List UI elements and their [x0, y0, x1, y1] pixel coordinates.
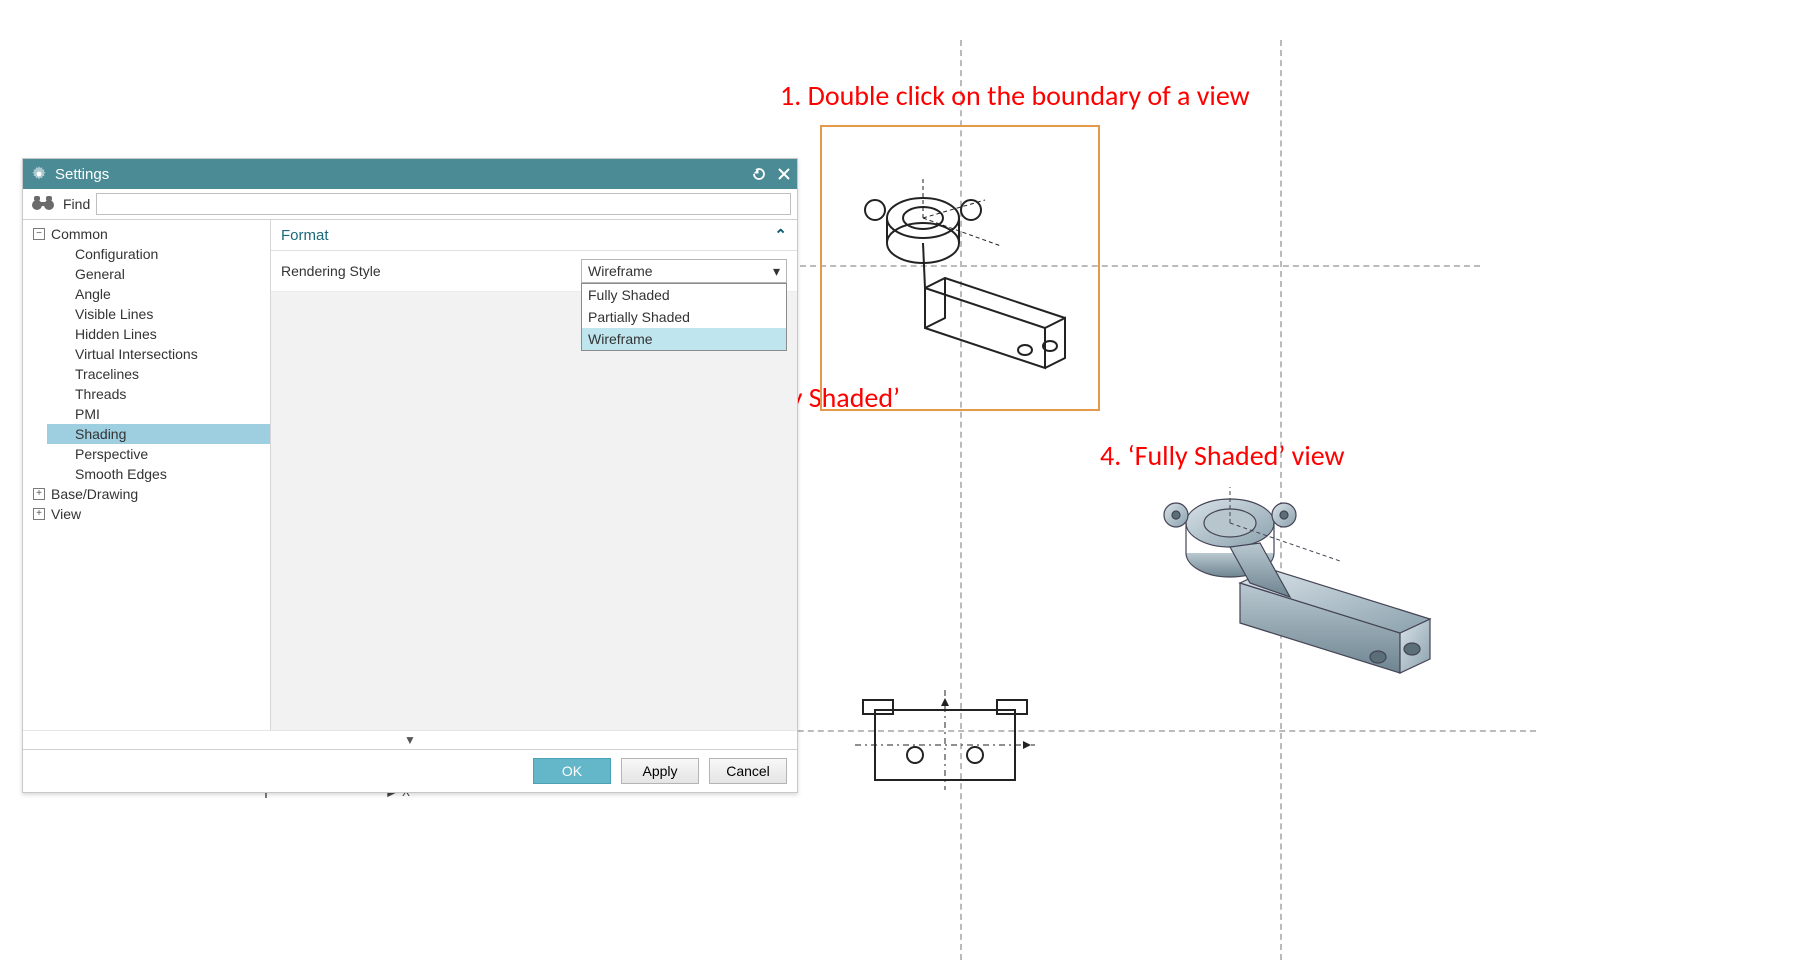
- tree-node-visible-lines[interactable]: Visible Lines: [47, 304, 270, 324]
- drawing-view-shaded[interactable]: [1120, 468, 1460, 688]
- ok-button[interactable]: OK: [533, 758, 611, 784]
- ortho-part-icon: [845, 680, 1045, 800]
- combo-option-wireframe[interactable]: Wireframe: [582, 328, 786, 350]
- tree-label: Visible Lines: [75, 306, 153, 322]
- binoculars-icon: [29, 194, 57, 215]
- close-icon[interactable]: [777, 167, 791, 181]
- refresh-icon[interactable]: [751, 166, 767, 182]
- find-row: Find: [23, 189, 797, 220]
- annotation-1: 1. Double click on the boundary of a vie…: [780, 78, 1250, 113]
- tree-label: Base/Drawing: [51, 486, 138, 502]
- combo-dropdown[interactable]: Fully Shaded Partially Shaded Wireframe: [581, 283, 787, 351]
- combo-field[interactable]: Wireframe ▾: [581, 259, 787, 283]
- combo-option-fully-shaded[interactable]: Fully Shaded: [582, 284, 786, 306]
- tree-label: Tracelines: [75, 366, 139, 382]
- tree-label: Angle: [75, 286, 111, 302]
- collapse-icon[interactable]: −: [33, 228, 45, 240]
- drawing-view-selected[interactable]: [820, 125, 1100, 411]
- cancel-button[interactable]: Cancel: [709, 758, 787, 784]
- tree-node-configuration[interactable]: Configuration: [47, 244, 270, 264]
- dialog-footer: OK Apply Cancel: [23, 749, 797, 792]
- rendering-style-combo[interactable]: Wireframe ▾ Fully Shaded Partially Shade…: [581, 259, 787, 283]
- rendering-style-label: Rendering Style: [281, 263, 571, 279]
- combo-option-partially-shaded[interactable]: Partially Shaded: [582, 306, 786, 328]
- wireframe-part-icon: [835, 148, 1085, 388]
- tree-node-common[interactable]: − Common: [29, 224, 270, 244]
- show-more-handle[interactable]: ▼: [23, 730, 797, 749]
- tree-node-angle[interactable]: Angle: [47, 284, 270, 304]
- tree-node-shading[interactable]: Shading: [47, 424, 270, 444]
- dialog-title: Settings: [55, 166, 743, 183]
- tree-node-smooth-edges[interactable]: Smooth Edges: [47, 464, 270, 484]
- tree-node-hidden-lines[interactable]: Hidden Lines: [47, 324, 270, 344]
- tree-label: Configuration: [75, 246, 158, 262]
- rendering-style-row: Rendering Style Wireframe ▾ Fully Shaded…: [271, 251, 797, 292]
- tree-node-base-drawing[interactable]: + Base/Drawing: [29, 484, 270, 504]
- tree-label: Threads: [75, 386, 126, 402]
- tree-node-pmi[interactable]: PMI: [47, 404, 270, 424]
- settings-dialog: Settings Find: [22, 158, 798, 793]
- drawing-view-ortho[interactable]: [840, 680, 1050, 800]
- tree-label: Virtual Intersections: [75, 346, 198, 362]
- tree-label: Hidden Lines: [75, 326, 157, 342]
- tree-node-threads[interactable]: Threads: [47, 384, 270, 404]
- settings-content: Format ⌃ Rendering Style Wireframe ▾ Ful…: [271, 220, 797, 730]
- dialog-titlebar[interactable]: Settings: [23, 159, 797, 189]
- chevron-up-icon[interactable]: ⌃: [774, 226, 787, 244]
- tree-node-general[interactable]: General: [47, 264, 270, 284]
- section-header-format[interactable]: Format ⌃: [271, 220, 797, 251]
- combo-value: Wireframe: [588, 263, 653, 279]
- gear-icon: [31, 166, 47, 182]
- section-title: Format: [281, 227, 329, 244]
- tree-label: View: [51, 506, 81, 522]
- find-input[interactable]: [96, 193, 791, 215]
- tree-label: Shading: [75, 426, 126, 442]
- tree-node-virtual-intersections[interactable]: Virtual Intersections: [47, 344, 270, 364]
- settings-tree[interactable]: − Common Configuration General Angle Vis…: [23, 220, 271, 730]
- tree-node-tracelines[interactable]: Tracelines: [47, 364, 270, 384]
- find-label: Find: [63, 196, 90, 212]
- tree-label: PMI: [75, 406, 100, 422]
- chevron-down-icon: ▾: [773, 263, 780, 280]
- tree-label: Perspective: [75, 446, 148, 462]
- shaded-part-icon: [1130, 473, 1450, 683]
- tree-label: Smooth Edges: [75, 466, 167, 482]
- tree-node-view[interactable]: + View: [29, 504, 270, 524]
- expand-icon[interactable]: +: [33, 488, 45, 500]
- tree-node-perspective[interactable]: Perspective: [47, 444, 270, 464]
- expand-icon[interactable]: +: [33, 508, 45, 520]
- tree-label: Common: [51, 226, 108, 242]
- tree-label: General: [75, 266, 125, 282]
- apply-button[interactable]: Apply: [621, 758, 699, 784]
